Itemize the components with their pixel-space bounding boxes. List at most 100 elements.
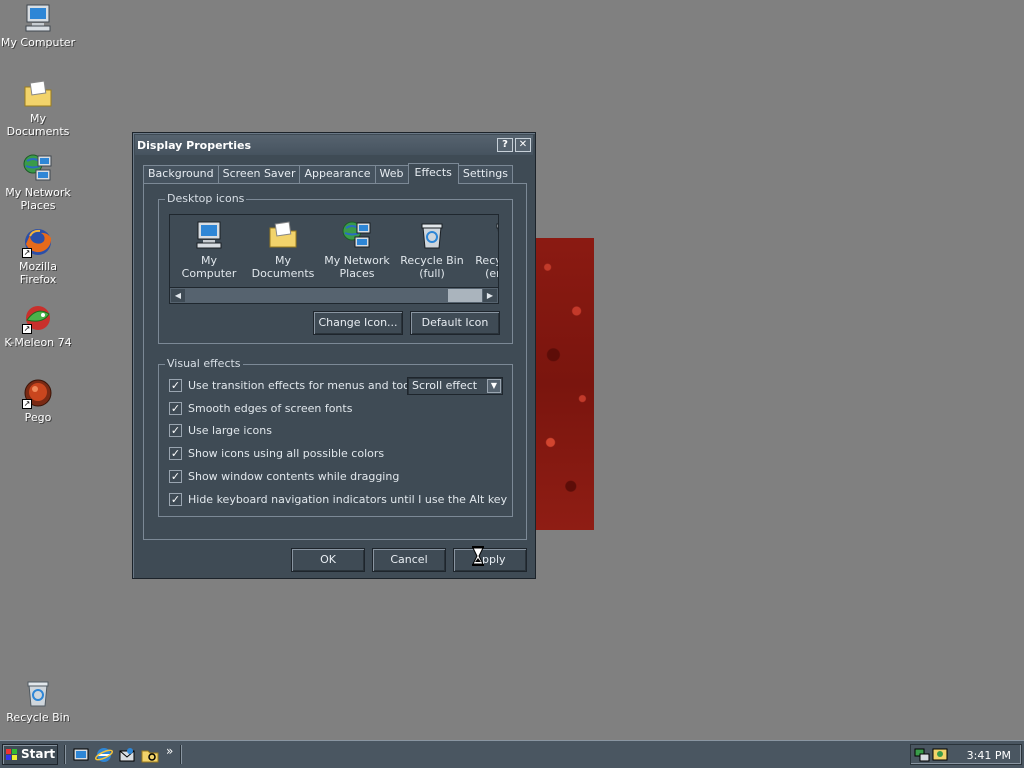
desktop-icon-label: K-Meleon 74 (4, 336, 72, 349)
tab-web[interactable]: Web (374, 165, 409, 183)
list-item[interactable]: Recycle Bin (full) (395, 219, 469, 280)
tab-appearance[interactable]: Appearance (299, 165, 376, 183)
desktop-icon-my-documents[interactable]: My Documents (0, 78, 76, 138)
desktop-icon-my-computer[interactable]: My Computer (0, 2, 76, 49)
recycle-bin-icon (22, 677, 54, 709)
list-item-label: Recycle Bin (empty) (475, 254, 498, 280)
start-button[interactable]: Start (2, 744, 58, 765)
all-colors-option[interactable]: ✓ Show icons using all possible colors (169, 447, 384, 460)
show-desktop-icon[interactable] (72, 746, 90, 764)
large-icons-checkbox[interactable]: ✓ (169, 424, 182, 437)
smooth-fonts-option[interactable]: ✓ Smooth edges of screen fonts (169, 402, 352, 415)
outlook-express-icon[interactable] (118, 746, 136, 764)
all-colors-checkbox[interactable]: ✓ (169, 447, 182, 460)
desktop-icon-mozilla-firefox[interactable]: ↗ Mozilla Firefox (0, 226, 76, 286)
dialog-title: Display Properties (137, 138, 252, 152)
option-label: Show window contents while dragging (188, 470, 400, 483)
tab-settings[interactable]: Settings (457, 165, 514, 183)
desktop-icon-pego[interactable]: ↗ Pego (0, 377, 76, 424)
pego-icon: ↗ (22, 377, 54, 409)
list-item-label: My Computer (181, 254, 237, 280)
list-item[interactable]: My Documents (246, 219, 320, 280)
cancel-button[interactable]: Cancel (372, 548, 446, 572)
scroll-thumb[interactable] (448, 289, 482, 302)
option-label: Use large icons (188, 424, 272, 437)
taskbar: Start » 3:41 PM (0, 740, 1024, 768)
network-icon (22, 152, 54, 184)
display-tray-icon[interactable] (931, 746, 949, 764)
ok-button[interactable]: OK (291, 548, 365, 572)
transition-effects-checkbox[interactable]: ✓ (169, 379, 182, 392)
transition-effect-select[interactable]: Scroll effect ▼ (407, 377, 503, 395)
wallpaper-preview (536, 238, 594, 530)
internet-explorer-icon[interactable] (94, 746, 114, 764)
hourglass-cursor-icon (472, 546, 484, 566)
list-item-label: My Documents (251, 254, 315, 280)
explorer-icon[interactable] (141, 746, 159, 764)
desktop-icon-label: Pego (24, 411, 52, 424)
folder-icon (267, 219, 299, 251)
firefox-icon: ↗ (22, 226, 54, 258)
visual-effects-legend: Visual effects (165, 357, 243, 370)
change-icon-button[interactable]: Change Icon... (313, 311, 403, 335)
desktop-icon-label: Mozilla Firefox (19, 260, 57, 286)
list-item-label: My Network Places (324, 254, 390, 280)
scroll-right-icon[interactable]: ▶ (483, 289, 497, 302)
horizontal-scrollbar[interactable]: ◀ ▶ (170, 287, 498, 303)
shortcut-arrow-icon: ↗ (22, 248, 32, 258)
kmeleon-icon: ↗ (22, 302, 54, 334)
tab-effects[interactable]: Effects (407, 163, 459, 184)
start-label: Start (21, 747, 56, 761)
desktop-icons-legend: Desktop icons (165, 192, 247, 205)
network-tray-icon[interactable] (913, 746, 931, 764)
desktop-icon-recycle-bin[interactable]: Recycle Bin (0, 677, 76, 724)
window-drag-option[interactable]: ✓ Show window contents while dragging (169, 470, 399, 483)
network-icon (341, 219, 373, 251)
list-item[interactable]: My Network Places (320, 219, 394, 280)
taskbar-separator (180, 745, 182, 764)
desktop-icons-group: Desktop icons My Computer My Documents M… (158, 192, 513, 344)
tab-background[interactable]: Background (143, 165, 219, 183)
option-label: Use transition effects for menus and too… (188, 379, 434, 392)
smooth-fonts-checkbox[interactable]: ✓ (169, 402, 182, 415)
desktop-icon-my-network-places[interactable]: My Network Places (0, 152, 76, 212)
hide-keyboard-nav-checkbox[interactable]: ✓ (169, 493, 182, 506)
list-item-label: Recycle Bin (full) (400, 254, 464, 280)
hide-keyboard-nav-option[interactable]: ✓ Hide keyboard navigation indicators un… (169, 493, 507, 506)
list-item[interactable]: My Computer (172, 219, 246, 280)
visual-effects-group: Visual effects ✓ Use transition effects … (158, 357, 513, 517)
recycle-bin-full-icon (416, 219, 448, 251)
apply-button[interactable]: Apply (453, 548, 527, 572)
help-button[interactable]: ? (497, 138, 513, 152)
effects-panel: Desktop icons My Computer My Documents M… (143, 183, 527, 540)
dialog-titlebar[interactable]: Display Properties ? ✕ (135, 135, 533, 155)
desktop-icon-k-meleon[interactable]: ↗ K-Meleon 74 (0, 302, 76, 349)
scroll-left-icon[interactable]: ◀ (171, 289, 185, 302)
display-properties-dialog: Display Properties ? ✕ Background Screen… (132, 132, 536, 579)
default-icon-button[interactable]: Default Icon (410, 311, 500, 335)
large-icons-option[interactable]: ✓ Use large icons (169, 424, 272, 437)
computer-icon (193, 219, 225, 251)
desktop-icon-label: Recycle Bin (6, 711, 70, 724)
taskbar-separator (64, 745, 66, 764)
shortcut-arrow-icon: ↗ (22, 399, 32, 409)
chevron-down-icon[interactable]: ▼ (487, 379, 501, 393)
close-button[interactable]: ✕ (515, 138, 531, 152)
desktop-icon-label: My Network Places (5, 186, 71, 212)
desktop-icon-label: My Documents (6, 112, 70, 138)
desktop-icons-list[interactable]: My Computer My Documents My Network Plac… (169, 214, 499, 304)
option-label: Show icons using all possible colors (188, 447, 385, 460)
tab-strip: Background Screen Saver Appearance Web E… (143, 163, 514, 184)
list-item[interactable]: Recycle Bin (empty) (470, 219, 498, 280)
shortcut-arrow-icon: ↗ (22, 324, 32, 334)
system-tray: 3:41 PM (910, 744, 1022, 765)
clock[interactable]: 3:41 PM (967, 749, 1011, 762)
window-drag-checkbox[interactable]: ✓ (169, 470, 182, 483)
select-value: Scroll effect (412, 379, 478, 392)
recycle-bin-empty-icon (491, 219, 498, 251)
option-label: Hide keyboard navigation indicators unti… (188, 493, 508, 506)
option-label: Smooth edges of screen fonts (188, 402, 353, 415)
folder-icon (22, 78, 54, 110)
tab-screen-saver[interactable]: Screen Saver (217, 165, 301, 183)
transition-effects-option[interactable]: ✓ Use transition effects for menus and t… (169, 379, 433, 392)
